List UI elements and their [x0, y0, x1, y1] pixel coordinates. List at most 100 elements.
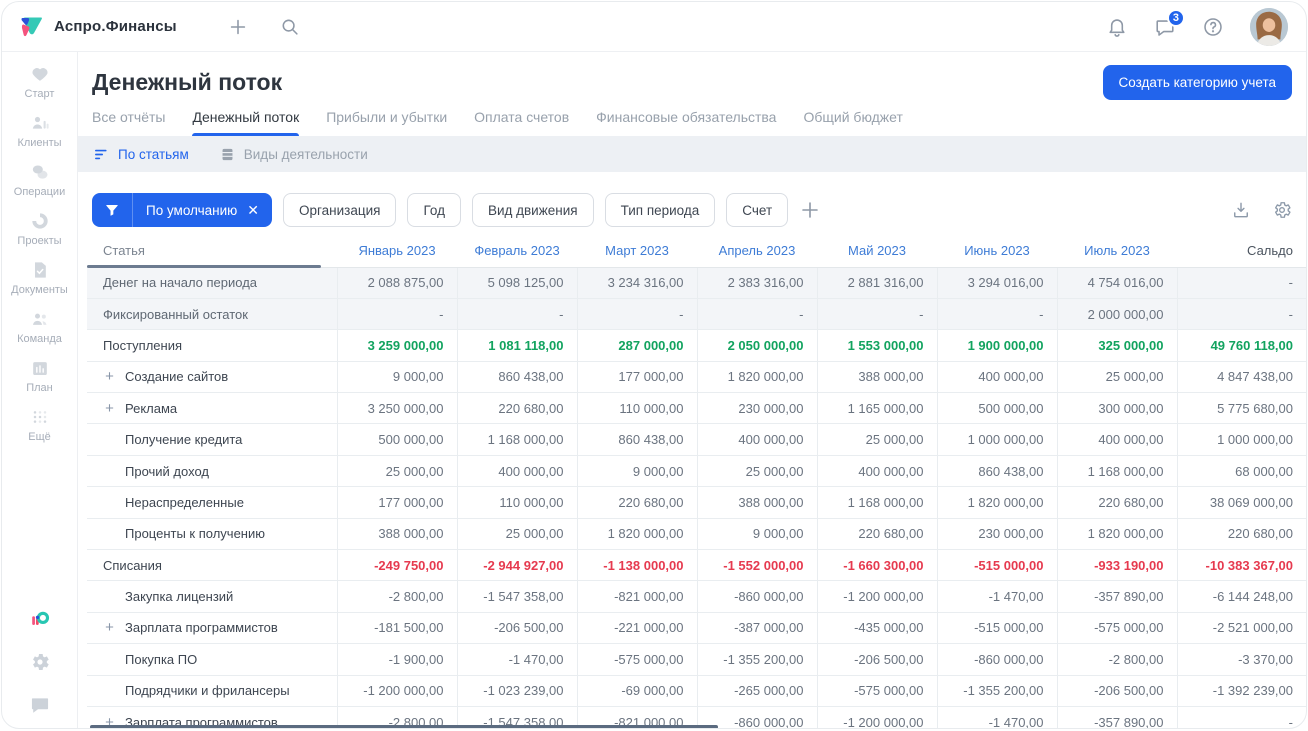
subtab-label: Виды деятельности — [243, 146, 368, 162]
table-row[interactable]: + Зарплата программистов -181 500,00 -206 5… — [87, 612, 1306, 645]
search-icon[interactable] — [279, 16, 301, 38]
tab-budget[interactable]: Общий бюджет — [803, 109, 902, 136]
settings-gear-icon[interactable] — [29, 651, 51, 673]
table-row[interactable]: Фиксированный остаток - - - - - -2 000 000,00- — [87, 298, 1306, 331]
value-cell: -515 000,00 — [936, 549, 1057, 582]
value-cell: -1 200 000,00 — [816, 580, 937, 613]
table-row[interactable]: Нераспределенные 177 000,00 110 000,00 220 … — [87, 486, 1306, 519]
row-label-cell: Нераспределенные — [87, 486, 337, 519]
expand-plus-icon[interactable]: + — [103, 619, 116, 636]
column-header-saldo: Сальдо — [1177, 234, 1306, 268]
filter-chip-year[interactable]: Год — [407, 193, 461, 227]
expand-plus-icon[interactable]: + — [103, 368, 116, 385]
tab-cash-flow[interactable]: Денежный поток — [192, 109, 299, 136]
value-cell: -249 750,00 — [336, 549, 457, 582]
sidebar-item-operations[interactable]: Операции — [2, 162, 77, 198]
column-header-month[interactable]: Апрель 2023 — [697, 234, 817, 268]
sidebar-item-clients[interactable]: Клиенты — [2, 113, 77, 149]
column-header-month[interactable]: Июнь 2023 — [937, 234, 1057, 268]
documents-icon — [30, 260, 50, 280]
notifications-bell-icon[interactable] — [1106, 16, 1128, 38]
stack-icon — [222, 148, 233, 160]
value-cell: - — [336, 298, 457, 331]
tab-all-reports[interactable]: Все отчёты — [92, 109, 165, 136]
value-cell: -357 890,00 — [1056, 580, 1177, 613]
table-row[interactable]: Получение кредита 500 000,00 1 168 000,00 8… — [87, 423, 1306, 456]
value-cell: -1 200 000,00 — [336, 675, 457, 707]
tab-obligations[interactable]: Финансовые обязательства — [596, 109, 776, 136]
horizontal-scrollbar-thumb[interactable] — [90, 725, 718, 728]
table-row[interactable]: + Создание сайтов 9 000,00 860 438,00 177 00… — [87, 361, 1306, 394]
tab-invoices[interactable]: Оплата счетов — [474, 109, 569, 136]
table-row[interactable]: Поступления 3 259 000,00 1 081 118,00 287 0… — [87, 329, 1306, 362]
expand-plus-icon[interactable]: + — [103, 400, 116, 417]
value-cell: -2 800,00 — [1056, 643, 1177, 676]
column-header-month[interactable]: Май 2023 — [817, 234, 937, 268]
value-cell: -1 547 358,00 — [456, 580, 577, 613]
report-tabs: Все отчёты Денежный поток Прибыли и убытки… — [92, 109, 1292, 136]
filter-chip-movement[interactable]: Вид движения — [471, 193, 594, 227]
table-settings-gear-icon[interactable] — [1272, 200, 1292, 220]
value-cell: 287 000,00 — [576, 329, 697, 362]
column-header-month[interactable]: Июль 2023 — [1057, 234, 1177, 268]
quick-add-button[interactable] — [227, 16, 249, 38]
value-cell: 25 000,00 — [696, 455, 817, 488]
column-header-month[interactable]: Январь 2023 — [337, 234, 457, 268]
sidebar-item-team[interactable]: Команда — [2, 309, 77, 345]
value-cell: 25 000,00 — [816, 423, 937, 456]
active-filter-chip[interactable]: По умолчанию ✕ — [92, 193, 273, 227]
column-header-month[interactable]: Февраль 2023 — [457, 234, 577, 268]
tab-pnl[interactable]: Прибыли и убытки — [326, 109, 447, 136]
value-cell: 2 088 875,00 — [336, 267, 457, 299]
value-cell: 25 000,00 — [1056, 361, 1177, 394]
app-window: Аспро.Финансы 3 Старт Клиенты Операции П… — [1, 1, 1307, 729]
value-cell: 68 000,00 — [1176, 455, 1306, 488]
sidebar-item-documents[interactable]: Документы — [2, 260, 77, 296]
column-header-article: Статья — [87, 234, 337, 268]
aspro-logo-icon — [18, 14, 44, 40]
filter-chip-organization[interactable]: Организация — [283, 193, 397, 227]
value-cell: 1 165 000,00 — [816, 392, 937, 425]
table-row[interactable]: Подрядчики и фрилансеры -1 200 000,00 -1 0… — [87, 675, 1306, 707]
filter-chip-period-type[interactable]: Тип периода — [604, 193, 716, 227]
sidebar-item-start[interactable]: Старт — [2, 64, 77, 100]
create-category-button[interactable]: Создать категорию учета — [1102, 65, 1292, 100]
table-row[interactable]: Прочий доход 25 000,00 400 000,00 9 000,00 2… — [87, 455, 1306, 488]
table-row[interactable]: + Реклама 3 250 000,00 220 680,00 110 000,00… — [87, 392, 1306, 425]
export-download-icon[interactable] — [1231, 200, 1251, 220]
sidebar-item-plan[interactable]: План — [2, 358, 77, 394]
sidebar-item-label: Проекты — [17, 235, 62, 247]
support-chat-icon[interactable] — [29, 694, 51, 716]
column-header-month[interactable]: Март 2023 — [577, 234, 697, 268]
value-cell: - — [1176, 706, 1306, 728]
table-row[interactable]: Списания -249 750,00 -2 944 927,00 -1 138 0… — [87, 549, 1306, 582]
value-cell: 325 000,00 — [1056, 329, 1177, 362]
help-icon[interactable] — [1202, 16, 1224, 38]
table-row[interactable]: Проценты к получению 388 000,00 25 000,00 1… — [87, 518, 1306, 551]
value-cell: 388 000,00 — [816, 361, 937, 394]
messages-chat-icon[interactable]: 3 — [1154, 8, 1185, 38]
value-cell: 1 820 000,00 — [576, 518, 697, 551]
value-cell: -575 000,00 — [576, 643, 697, 676]
aspro-mini-logo-icon[interactable] — [29, 608, 51, 630]
value-cell: 5 098 125,00 — [456, 267, 577, 299]
table-row[interactable]: Закупка лицензий -2 800,00 -1 547 358,00 -8… — [87, 580, 1306, 613]
filter-chip-account[interactable]: Счет — [726, 193, 789, 227]
add-filter-button[interactable] — [798, 198, 822, 222]
user-avatar[interactable] — [1250, 7, 1288, 46]
subtab-activity-types[interactable]: Виды деятельности — [219, 146, 368, 163]
clear-filter-icon[interactable]: ✕ — [247, 202, 272, 219]
value-cell: 220 680,00 — [576, 486, 697, 519]
value-cell: -357 890,00 — [1056, 706, 1177, 728]
value-cell: 5 775 680,00 — [1176, 392, 1306, 425]
value-cell: -221 000,00 — [576, 612, 697, 645]
value-cell: 1 168 000,00 — [456, 423, 577, 456]
topbar: Аспро.Финансы 3 — [2, 2, 1306, 52]
sidebar-item-projects[interactable]: Проекты — [2, 211, 77, 247]
filter-toolbar: По умолчанию ✕ Организация Год Вид движени… — [78, 172, 1306, 227]
subtab-by-articles[interactable]: По статьям — [93, 146, 189, 163]
table-row[interactable]: Покупка ПО -1 900,00 -1 470,00 -575 000,00-… — [87, 643, 1306, 676]
value-cell: 860 438,00 — [576, 423, 697, 456]
sidebar-item-more[interactable]: Ещё — [2, 407, 77, 443]
table-row[interactable]: Денег на начало периода 2 088 875,00 5 098… — [87, 267, 1306, 299]
